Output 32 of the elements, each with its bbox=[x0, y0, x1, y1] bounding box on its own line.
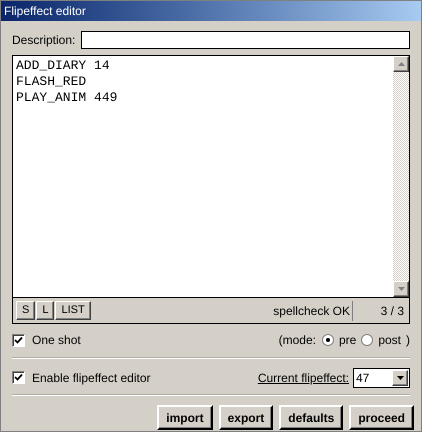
line-position: 3 / 3 bbox=[380, 302, 405, 320]
mode-close: ) bbox=[406, 332, 410, 349]
radio-button[interactable] bbox=[361, 334, 374, 346]
flipeffect-dropdown[interactable]: 47 bbox=[353, 368, 410, 388]
code-line: FLASH_RED bbox=[16, 74, 88, 90]
action-button[interactable]: import bbox=[157, 405, 213, 430]
code-line: ADD_DIARY 14 bbox=[16, 58, 111, 74]
description-field[interactable] bbox=[81, 31, 410, 49]
mode-label: (mode: bbox=[278, 332, 316, 349]
dropdown-value: 47 bbox=[355, 370, 370, 386]
toolbar-button[interactable]: LIST bbox=[55, 301, 91, 320]
one-shot-label: One shot bbox=[32, 332, 81, 349]
action-button[interactable]: defaults bbox=[279, 405, 344, 430]
scroll-down-icon[interactable] bbox=[393, 281, 409, 297]
radio-label: pre bbox=[338, 332, 356, 349]
checkbox[interactable] bbox=[12, 371, 25, 384]
spellcheck-status: spellcheck OK bbox=[273, 300, 353, 320]
code-line: PLAY_ANIM 449 bbox=[16, 90, 118, 106]
enable-label: Enable flipeffect editor bbox=[32, 370, 151, 386]
current-flipeffect-link[interactable]: Current flipeffect: bbox=[258, 368, 349, 386]
scroll-up-icon[interactable] bbox=[393, 56, 409, 72]
action-button[interactable]: export bbox=[218, 405, 274, 430]
toolbar-button[interactable]: L bbox=[36, 301, 54, 320]
toolbar-button[interactable]: S bbox=[16, 301, 36, 320]
checkbox[interactable] bbox=[12, 334, 25, 346]
text-editor[interactable]: ADD_DIARY 14 FLASH_RED PLAY_ANIM 449 bbox=[13, 56, 393, 297]
scrollbar[interactable] bbox=[393, 56, 409, 297]
description-label: Description: bbox=[12, 32, 76, 49]
action-button[interactable]: proceed bbox=[349, 405, 414, 430]
window-title: Flipeffect editor bbox=[4, 3, 86, 20]
radio-button[interactable] bbox=[322, 334, 334, 346]
radio-label: post bbox=[378, 332, 401, 349]
